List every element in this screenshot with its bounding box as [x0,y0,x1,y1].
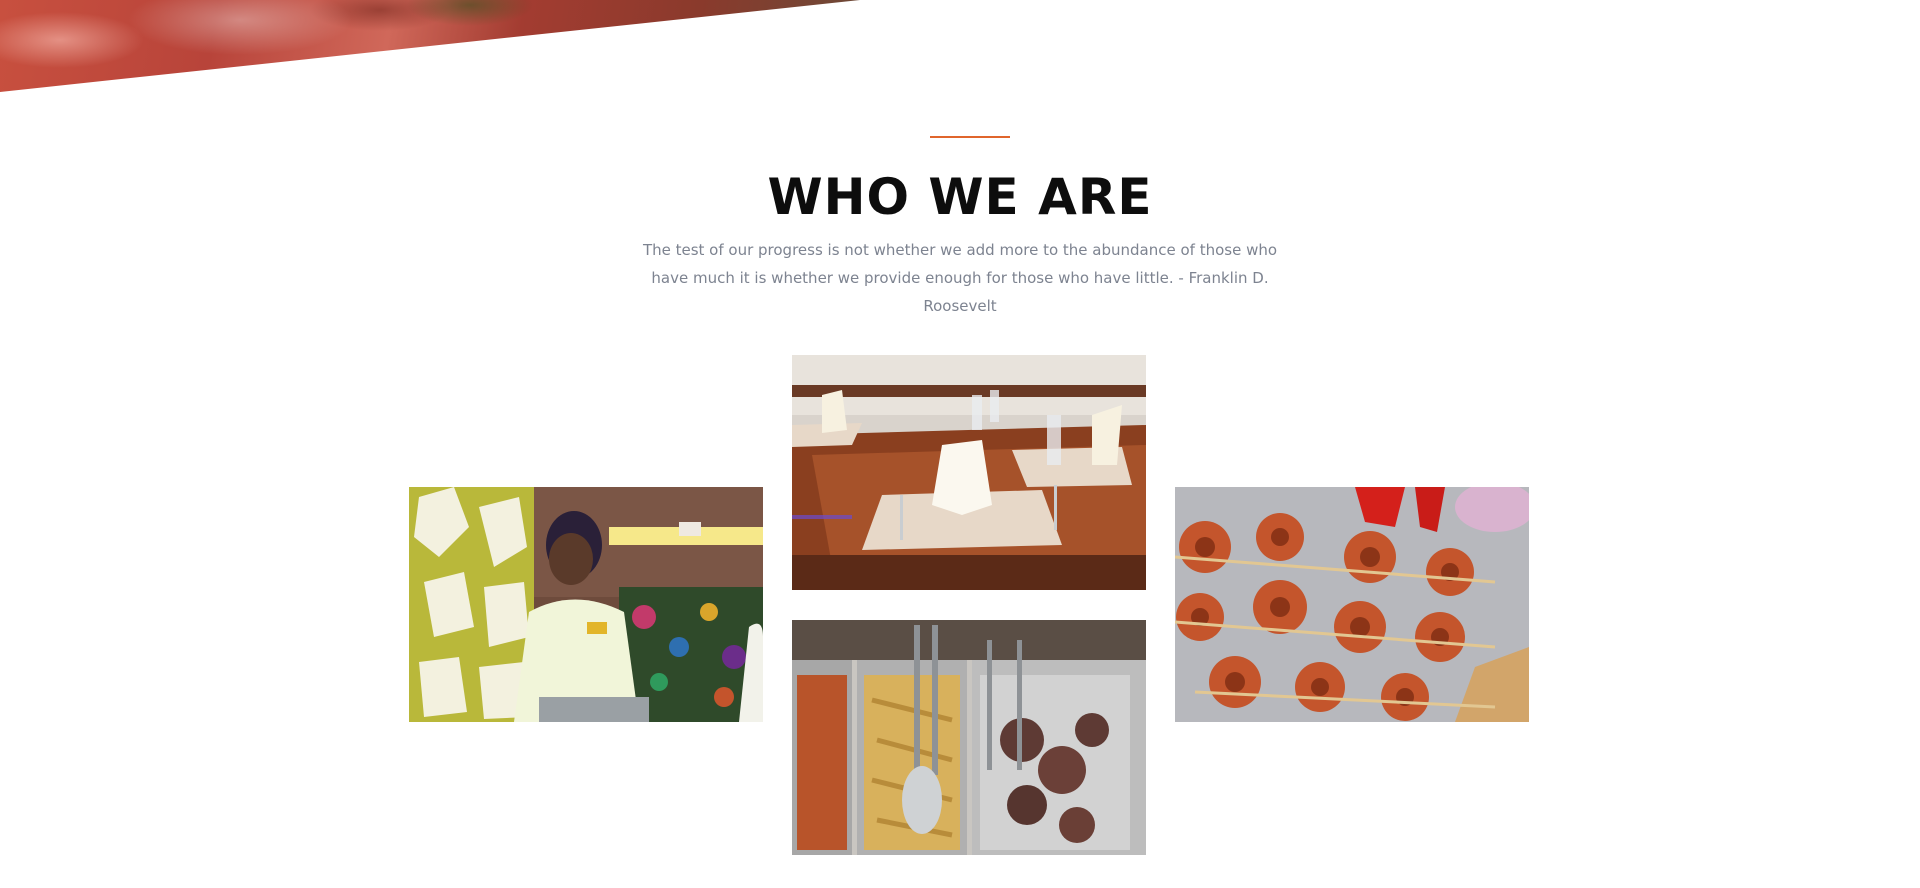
grilled-prawns-photo [1175,487,1529,722]
page: WHO WE ARE The test of our progress is n… [0,0,1920,888]
staff-photo [409,487,763,722]
accent-divider [930,136,1010,138]
hero-image-slice [0,0,860,92]
dining-table-photo [792,355,1146,590]
section-quote: The test of our progress is not whether … [642,241,1278,315]
buffet-tray-photo [792,620,1146,855]
section-title: WHO WE ARE [767,168,1153,226]
